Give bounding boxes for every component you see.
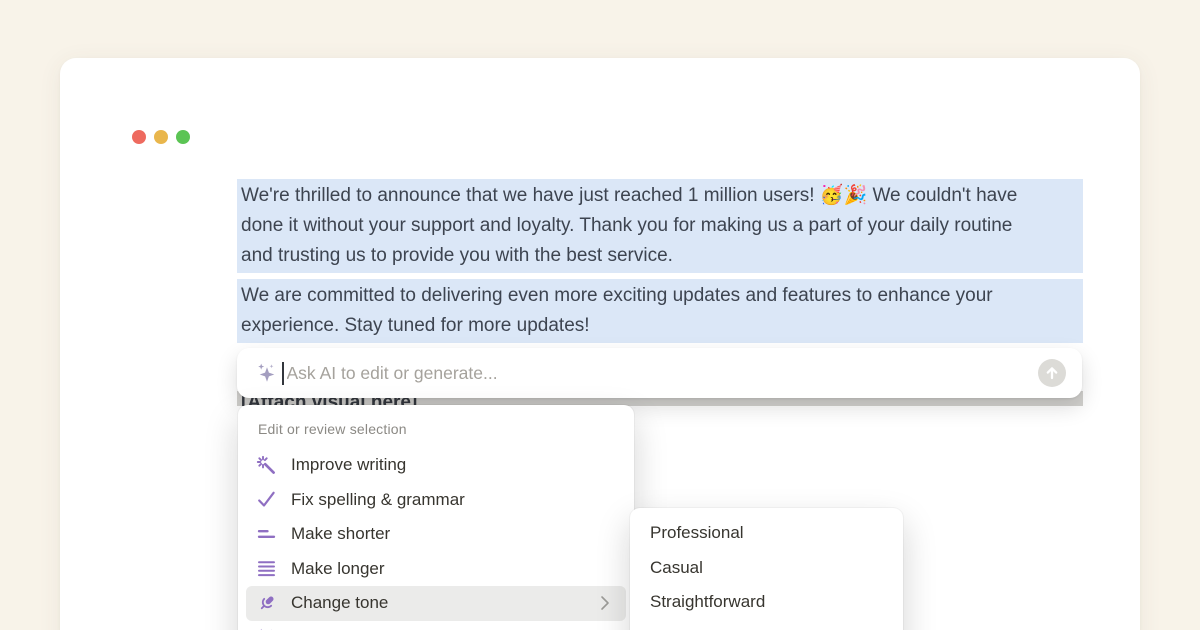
change-tone-submenu: Professional Casual Straightforward Conf…	[630, 508, 903, 630]
close-window-button[interactable]	[132, 130, 146, 144]
arrow-up-circle-icon	[1044, 365, 1060, 381]
submit-prompt-button[interactable]	[1038, 359, 1066, 387]
menu-item-fix-spelling-grammar[interactable]: Fix spelling & grammar	[246, 483, 626, 518]
menu-item-label: Improve writing	[291, 455, 616, 475]
minimize-window-button[interactable]	[154, 130, 168, 144]
submenu-item-straightforward[interactable]: Straightforward	[638, 585, 895, 620]
menu-item-label: Fix spelling & grammar	[291, 490, 616, 510]
menu-item-improve-writing[interactable]: Improve writing	[246, 448, 626, 483]
microphone-icon	[256, 593, 277, 614]
paragraph-line: experience. Stay tuned for more updates!	[241, 311, 1083, 341]
ai-prompt-input[interactable]	[287, 363, 1039, 384]
screenshot-stage: We're thrilled to announce that we have …	[0, 0, 1200, 630]
submenu-item-professional[interactable]: Professional	[638, 516, 895, 551]
app-window: We're thrilled to announce that we have …	[60, 58, 1140, 630]
menu-item-simplify-language[interactable]: Simplify language	[246, 621, 626, 630]
window-controls	[132, 130, 190, 144]
paragraph-line: We are committed to delivering even more…	[241, 281, 1083, 311]
menu-item-make-longer[interactable]: Make longer	[246, 552, 626, 587]
submenu-item-casual[interactable]: Casual	[638, 551, 895, 586]
submenu-item-confident[interactable]: Confident	[638, 620, 895, 630]
check-icon	[256, 489, 277, 510]
menu-section-header: Edit or review selection	[246, 413, 626, 448]
paragraph-line: done it without your support and loyalty…	[241, 211, 1083, 241]
chevron-right-icon	[600, 595, 610, 611]
menu-item-change-tone[interactable]: Change tone	[246, 586, 626, 621]
ai-edit-menu: Edit or review selection Improve writing	[238, 405, 634, 630]
text-caret	[282, 362, 284, 385]
zoom-window-button[interactable]	[176, 130, 190, 144]
selected-paragraph-1[interactable]: We're thrilled to announce that we have …	[237, 179, 1083, 273]
wand-sparkle-icon	[256, 455, 277, 476]
menu-item-label: Make shorter	[291, 524, 616, 544]
two-lines-icon	[256, 524, 277, 545]
menu-item-make-shorter[interactable]: Make shorter	[246, 517, 626, 552]
ai-sparkle-icon	[254, 361, 278, 385]
paragraph-line: We're thrilled to announce that we have …	[241, 181, 1083, 211]
ai-prompt-bar[interactable]	[237, 348, 1082, 398]
menu-item-label: Make longer	[291, 559, 616, 579]
menu-item-label: Change tone	[291, 593, 600, 613]
submenu-item-label: Straightforward	[650, 592, 885, 612]
four-lines-icon	[256, 558, 277, 579]
selected-paragraph-2[interactable]: We are committed to delivering even more…	[237, 279, 1083, 343]
submenu-item-label: Casual	[650, 558, 885, 578]
paragraph-line: and trusting us to provide you with the …	[241, 241, 1083, 271]
submenu-item-label: Professional	[650, 523, 885, 543]
